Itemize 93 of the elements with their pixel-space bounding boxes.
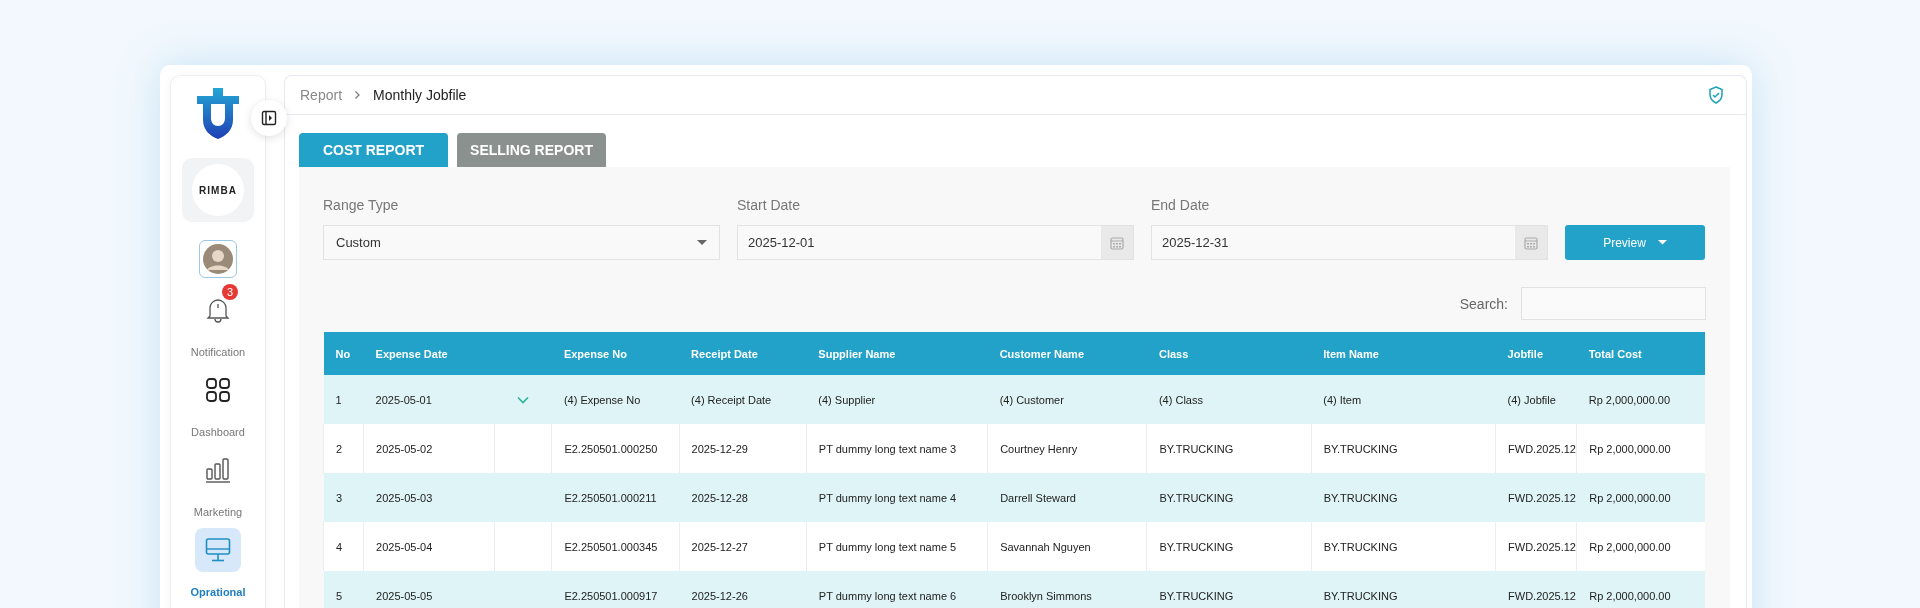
marketing-item[interactable]: Marketing [178,448,258,518]
column-header[interactable]: Supplier Name [806,332,988,375]
table-cell: 2025-12-29 [679,424,807,473]
end-date-field[interactable]: 2025-12-31 [1151,225,1548,260]
column-header[interactable]: Jobfile [1495,332,1577,375]
field-label: End Date [1151,197,1211,213]
table-cell: Darrell Steward [987,473,1147,522]
table-cell: BY.TRUCKING [1311,424,1496,473]
column-header[interactable]: Expense No [551,332,680,375]
column-header[interactable]: Customer Name [987,332,1147,375]
bar-chart-icon [205,457,231,483]
table-cell: BY.TRUCKING [1146,473,1312,522]
table-cell: PT dummy long text name 3 [806,424,988,473]
table-cell: 1 [323,375,364,424]
company-card[interactable]: RIMBA [182,158,254,222]
table-cell: BY.TRUCKING [1311,522,1496,571]
report-tab[interactable]: SELLING REPORT [457,133,606,167]
column-header[interactable]: Class [1146,332,1312,375]
caret-down-icon [1657,240,1667,245]
table-cell: Rp 2,000,000.00 [1576,571,1705,608]
table-cell: 3 [323,473,364,522]
sidebar-panel-icon [261,110,277,126]
table-cell: Courtney Henry [987,424,1147,473]
table-cell: E2.250501.000917 [551,571,680,608]
sidebar-toggle-button[interactable] [251,100,287,136]
table-cell: FWD.2025.12 [1495,571,1577,608]
column-header[interactable]: No [323,332,364,375]
operational-item[interactable]: Oprational [178,528,258,598]
table-cell: BY.TRUCKING [1146,424,1312,473]
table-cell: 4 [323,522,364,571]
grid-icon [206,378,230,402]
range-type-dropdown[interactable]: Custom [323,225,720,260]
notification-count-badge: 3 [222,284,238,300]
table-cell: (4) Jobfile [1495,375,1577,424]
dashboard-item[interactable]: Dashboard [178,368,258,438]
page-title: Monthly Jobfile [373,87,467,103]
table-cell: 2025-05-05 [363,571,495,608]
table-cell: E2.250501.000345 [551,522,680,571]
table-cell: 2025-12-27 [679,522,807,571]
table-cell: PT dummy long text name 4 [806,473,988,522]
table-cell: 5 [323,571,364,608]
table-cell: E2.250501.000250 [551,424,680,473]
table-cell: (4) Item [1311,375,1496,424]
table-cell: (4) Class [1146,375,1312,424]
report-tab[interactable]: COST REPORT [299,133,448,167]
table-cell: Rp 2,000,000.00 [1576,424,1705,473]
chevron-right-icon [354,90,362,100]
table-cell: 2025-05-04 [363,522,495,571]
table-cell: (4) Expense No [551,375,680,424]
calendar-icon[interactable] [1515,226,1547,259]
column-header[interactable]: Item Name [1311,332,1496,375]
table-cell: 2 [323,424,364,473]
table-cell: BY.TRUCKING [1146,571,1312,608]
column-header[interactable]: Expense Date [363,332,552,375]
table-cell: 2025-05-01 [363,375,495,424]
table-cell: Rp 2,000,000.00 [1576,473,1705,522]
table-cell: (4) Customer [987,375,1147,424]
field-label: Start Date [737,197,802,213]
chevron-icon[interactable] [517,395,530,404]
preview-button[interactable]: Preview [1565,225,1705,260]
start-date-field[interactable]: 2025-12-01 [737,225,1134,260]
column-header[interactable]: Total Cost [1576,332,1705,375]
company-logo-text: RIMBA [199,184,237,196]
table-cell: Rp 2,000,000.00 [1576,375,1705,424]
field-label: Range Type [323,197,400,213]
table-cell: BY.TRUCKING [1311,571,1496,608]
monitor-icon [205,537,231,563]
table-cell: (4) Receipt Date [679,375,807,424]
table-cell: Rp 2,000,000.00 [1576,522,1705,571]
table-cell: BY.TRUCKING [1146,522,1312,571]
search-field[interactable] [1521,287,1706,320]
table-cell: Brooklyn Simmons [987,571,1147,608]
table-cell: BY.TRUCKING [1311,473,1496,522]
search-label: Search: [1459,295,1508,312]
shield-check-icon[interactable] [1708,86,1724,104]
table-cell: 2025-05-03 [363,473,495,522]
table-cell: (4) Supplier [806,375,988,424]
table-cell: 2025-05-02 [363,424,495,473]
table-cell: FWD.2025.12 [1495,424,1577,473]
table-cell: FWD.2025.12 [1495,473,1577,522]
table-cell: PT dummy long text name 6 [806,571,988,608]
table-cell: Savannah Nguyen [987,522,1147,571]
table-cell: 2025-12-26 [679,571,807,608]
caret-down-icon [697,239,707,246]
breadcrumb-link[interactable]: Report [300,87,343,103]
table-cell: E2.250501.000211 [551,473,680,522]
table-cell: FWD.2025.12 [1495,522,1577,571]
column-header[interactable]: Receipt Date [679,332,807,375]
table-cell: 2025-12-28 [679,473,807,522]
bell-icon [205,296,231,324]
table-cell: PT dummy long text name 5 [806,522,988,571]
calendar-icon[interactable] [1101,226,1133,259]
avatar[interactable] [199,240,237,278]
